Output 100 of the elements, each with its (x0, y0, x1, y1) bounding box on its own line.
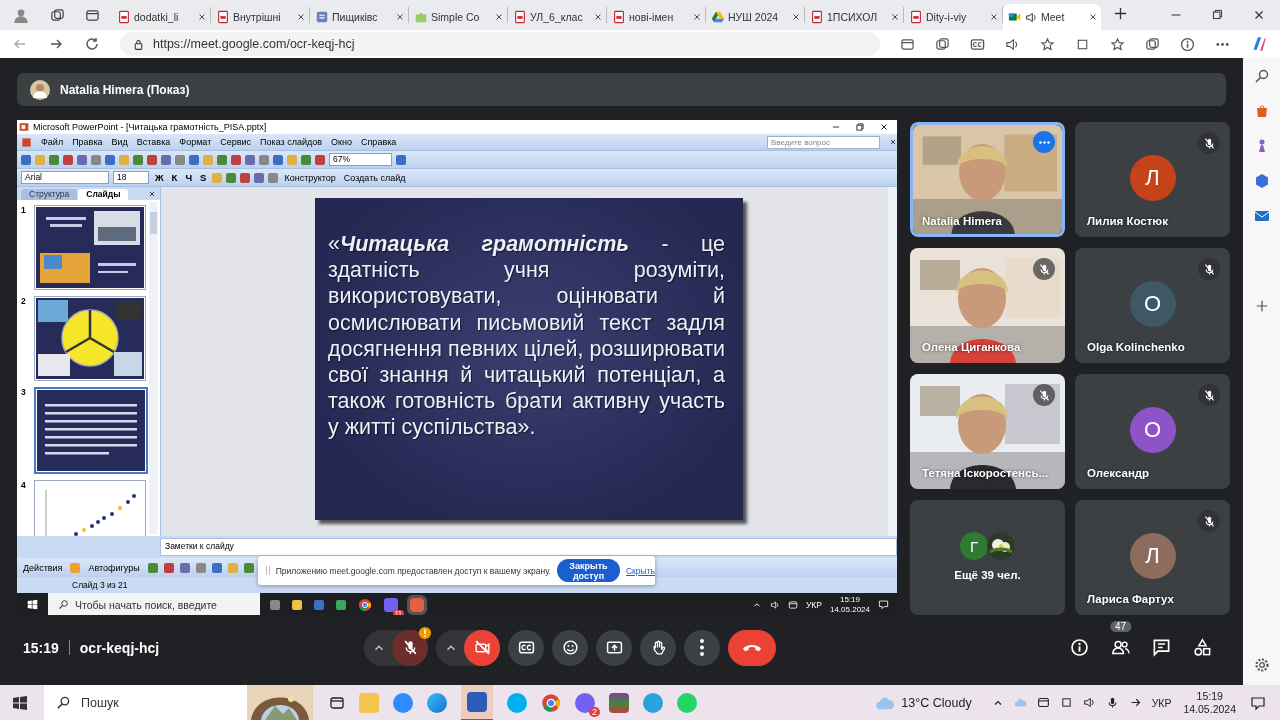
search-icon[interactable] (1253, 68, 1270, 84)
browser-tab[interactable]: Simple Co (409, 4, 507, 30)
clock[interactable]: 15:19 14.05.2024 (1183, 689, 1236, 716)
volume-icon[interactable] (1082, 696, 1096, 709)
close-icon[interactable] (148, 190, 156, 198)
drawing-tool-icon[interactable] (147, 562, 158, 573)
workspaces-icon[interactable] (50, 7, 65, 23)
zoom-dropdown[interactable]: 67% (329, 153, 392, 166)
close-icon[interactable] (494, 12, 504, 22)
captions-button[interactable] (508, 629, 545, 666)
more-options-button[interactable] (684, 629, 721, 666)
address-bar[interactable]: https://meet.google.com/ocr-keqj-hcj (120, 32, 880, 56)
actions-menu[interactable]: Действия (21, 562, 65, 573)
new-slide-button[interactable]: Создать слайд (341, 172, 408, 183)
autoshapes-menu[interactable]: Автофигуры (86, 562, 142, 573)
present-button[interactable] (596, 629, 633, 666)
leave-call-button[interactable] (728, 629, 777, 666)
clock[interactable]: 15:19 14.05.2024 (829, 594, 870, 615)
stop-sharing-button[interactable]: Закрыть доступ (556, 559, 620, 582)
format-button[interactable]: S (198, 172, 209, 183)
drawing-tool-icon[interactable] (179, 562, 190, 573)
notes-field[interactable]: Заметки к слайду (160, 538, 897, 556)
chat-icon[interactable] (1152, 638, 1171, 657)
hide-link[interactable]: Скрыть (626, 565, 655, 576)
toolbar-icon[interactable] (315, 154, 325, 165)
help-icon[interactable] (396, 154, 406, 165)
design-button[interactable]: Конструктор (282, 172, 338, 183)
menu-item[interactable]: Вид (111, 137, 128, 147)
toolbar-icon[interactable] (217, 154, 227, 165)
menu-item[interactable]: Файл (41, 137, 64, 147)
microphone-button[interactable] (392, 629, 429, 666)
close-icon[interactable] (197, 12, 207, 22)
toolbar-icon[interactable] (49, 154, 59, 165)
tab-actions-icon[interactable] (85, 7, 100, 23)
browser-tab[interactable]: dodatki_li (112, 4, 210, 30)
drawing-tool-icon[interactable] (195, 562, 206, 573)
viber-icon[interactable] (575, 692, 595, 713)
read-aloud-icon[interactable] (1005, 36, 1020, 52)
format-button[interactable]: Ч (183, 172, 195, 183)
volume-icon[interactable] (769, 599, 780, 610)
toolbar-icon[interactable] (91, 154, 101, 165)
menu-item[interactable]: Показ слайдов (260, 137, 323, 147)
panel-tab[interactable]: Структура (21, 189, 78, 200)
reactions-button[interactable] (552, 629, 589, 666)
toolbar-icon[interactable] (175, 154, 185, 165)
camera-button[interactable] (464, 629, 501, 666)
reload-icon[interactable] (84, 36, 100, 52)
toolbar-icon[interactable] (273, 154, 283, 165)
menu-item[interactable]: Справка (361, 137, 397, 147)
close-icon[interactable] (296, 12, 306, 22)
close-icon[interactable] (692, 12, 702, 22)
favorite-icon[interactable] (1040, 36, 1055, 52)
browser-tab[interactable]: УЛ_6_клас (508, 4, 606, 30)
toolbar-icon[interactable] (147, 154, 157, 165)
scrollbar[interactable] (888, 187, 897, 536)
activities-icon[interactable] (1193, 638, 1212, 657)
toolbar-icon[interactable] (189, 154, 199, 165)
align-icon[interactable] (254, 172, 265, 183)
font-dropdown[interactable]: Arial (21, 171, 109, 184)
restore-icon[interactable] (855, 122, 865, 132)
task-view-icon[interactable] (329, 694, 345, 711)
close-icon[interactable] (593, 12, 603, 22)
toolbar-icon[interactable] (245, 154, 255, 165)
mail-icon[interactable] (1253, 208, 1270, 224)
browser-tab[interactable]: нові-імен (607, 4, 705, 30)
menu-item[interactable]: Окно (331, 137, 352, 147)
word-icon[interactable] (467, 691, 487, 712)
info-icon[interactable] (1070, 638, 1089, 657)
align-icon[interactable] (268, 172, 279, 183)
close-icon[interactable] (791, 12, 801, 22)
browser-tab[interactable]: Внутрішні (211, 4, 309, 30)
browser-tab[interactable]: 1ПСИХОЛ (805, 4, 903, 30)
drawing-tool-icon[interactable] (163, 562, 174, 573)
toolbar-icon[interactable] (161, 154, 171, 165)
align-icon[interactable] (226, 172, 237, 183)
notification-icon[interactable] (1250, 694, 1266, 711)
menu-item[interactable]: Правка (72, 137, 103, 147)
profile-icon[interactable] (12, 6, 30, 24)
toolbar-icon[interactable] (301, 154, 311, 165)
favorites-icon[interactable] (1110, 36, 1125, 52)
browser-tab[interactable]: Пищиківс (310, 4, 408, 30)
drawing-tool-icon[interactable] (211, 562, 222, 573)
menu-item[interactable]: Сервис (220, 137, 252, 147)
chrome-icon[interactable] (358, 597, 372, 612)
scrollbar[interactable] (149, 202, 158, 534)
toolbar-icon[interactable] (105, 154, 115, 165)
toolbar-icon[interactable] (133, 154, 143, 165)
task-view-icon[interactable] (270, 599, 280, 610)
drawing-tool-icon[interactable] (243, 562, 254, 573)
toolbar-icon[interactable] (63, 154, 73, 165)
menu-item[interactable]: Вставка (136, 137, 171, 147)
close-icon[interactable] (989, 12, 999, 22)
start-icon[interactable] (12, 694, 28, 711)
panel-tab[interactable]: Слайды (78, 189, 129, 200)
format-button[interactable]: Ж (153, 172, 166, 183)
viber-icon[interactable] (384, 597, 398, 612)
browser-tab[interactable]: Dity-i-viy (904, 4, 1002, 30)
toolbar-icon[interactable] (21, 154, 31, 165)
plus-icon[interactable] (1254, 299, 1269, 313)
search-field[interactable]: Пошук (44, 685, 249, 720)
